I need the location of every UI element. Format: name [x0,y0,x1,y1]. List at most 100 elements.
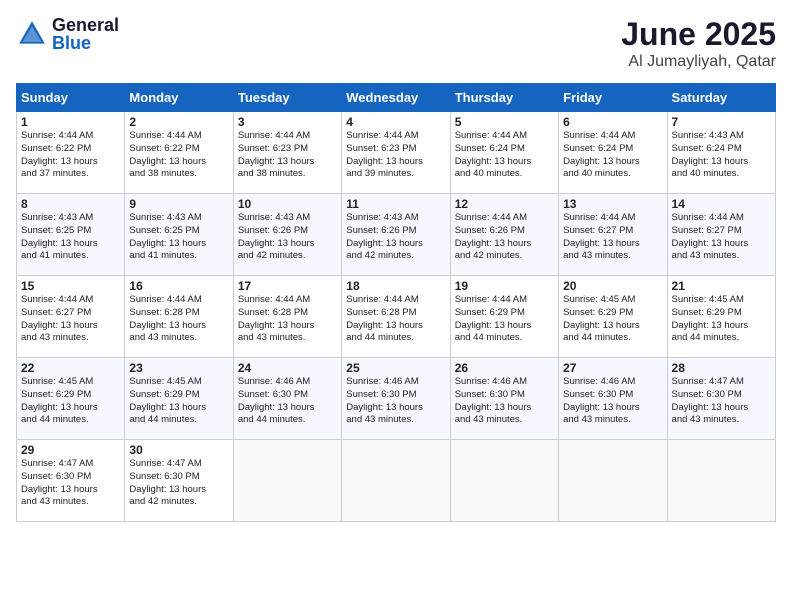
day-number: 3 [238,115,337,129]
table-row: 5Sunrise: 4:44 AMSunset: 6:24 PMDaylight… [450,112,558,194]
table-row: 21Sunrise: 4:45 AMSunset: 6:29 PMDayligh… [667,276,775,358]
day-info: and 43 minutes. [346,414,445,427]
table-row: 20Sunrise: 4:45 AMSunset: 6:29 PMDayligh… [559,276,667,358]
table-row: 14Sunrise: 4:44 AMSunset: 6:27 PMDayligh… [667,194,775,276]
table-row: 22Sunrise: 4:45 AMSunset: 6:29 PMDayligh… [17,358,125,440]
day-info: Sunrise: 4:44 AM [455,212,554,225]
table-row: 28Sunrise: 4:47 AMSunset: 6:30 PMDayligh… [667,358,775,440]
day-info: Sunrise: 4:46 AM [563,376,662,389]
logo-general: General [52,16,119,34]
day-info: Daylight: 13 hours [238,320,337,333]
table-row: 6Sunrise: 4:44 AMSunset: 6:24 PMDaylight… [559,112,667,194]
day-info: Sunrise: 4:44 AM [129,130,228,143]
day-number: 18 [346,279,445,293]
week-row-4: 22Sunrise: 4:45 AMSunset: 6:29 PMDayligh… [17,358,776,440]
day-info: Sunset: 6:25 PM [129,225,228,238]
day-number: 4 [346,115,445,129]
table-row: 27Sunrise: 4:46 AMSunset: 6:30 PMDayligh… [559,358,667,440]
table-row: 16Sunrise: 4:44 AMSunset: 6:28 PMDayligh… [125,276,233,358]
day-info: Sunrise: 4:46 AM [346,376,445,389]
day-info: Sunset: 6:29 PM [455,307,554,320]
day-info: Daylight: 13 hours [346,156,445,169]
header-row: Sunday Monday Tuesday Wednesday Thursday… [17,84,776,112]
day-info: and 43 minutes. [129,332,228,345]
day-info: Daylight: 13 hours [455,238,554,251]
day-info: Sunrise: 4:44 AM [346,130,445,143]
day-number: 6 [563,115,662,129]
day-info: Sunset: 6:27 PM [563,225,662,238]
day-info: Sunset: 6:24 PM [672,143,771,156]
day-info: and 43 minutes. [455,414,554,427]
day-info: and 42 minutes. [129,496,228,509]
day-info: Sunset: 6:22 PM [21,143,120,156]
day-info: and 44 minutes. [238,414,337,427]
day-info: Sunset: 6:28 PM [129,307,228,320]
day-info: Sunset: 6:28 PM [346,307,445,320]
day-info: and 43 minutes. [238,332,337,345]
day-info: Daylight: 13 hours [672,402,771,415]
col-tuesday: Tuesday [233,84,341,112]
day-info: Sunset: 6:27 PM [21,307,120,320]
day-info: Daylight: 13 hours [129,320,228,333]
day-info: and 43 minutes. [21,332,120,345]
table-row: 23Sunrise: 4:45 AMSunset: 6:29 PMDayligh… [125,358,233,440]
table-row: 30Sunrise: 4:47 AMSunset: 6:30 PMDayligh… [125,440,233,522]
week-row-3: 15Sunrise: 4:44 AMSunset: 6:27 PMDayligh… [17,276,776,358]
day-info: Sunrise: 4:43 AM [129,212,228,225]
day-info: Sunrise: 4:44 AM [346,294,445,307]
day-info: Sunset: 6:26 PM [455,225,554,238]
day-info: and 42 minutes. [238,250,337,263]
col-sunday: Sunday [17,84,125,112]
day-number: 12 [455,197,554,211]
table-row [233,440,341,522]
table-row: 26Sunrise: 4:46 AMSunset: 6:30 PMDayligh… [450,358,558,440]
day-info: Sunrise: 4:44 AM [21,130,120,143]
day-number: 1 [21,115,120,129]
page: General Blue June 2025 Al Jumayliyah, Qa… [0,0,792,612]
day-number: 16 [129,279,228,293]
day-info: and 38 minutes. [129,168,228,181]
logo-text: General Blue [52,16,119,52]
week-row-2: 8Sunrise: 4:43 AMSunset: 6:25 PMDaylight… [17,194,776,276]
day-info: Sunset: 6:30 PM [672,389,771,402]
day-info: and 44 minutes. [21,414,120,427]
table-row: 8Sunrise: 4:43 AMSunset: 6:25 PMDaylight… [17,194,125,276]
day-info: Sunrise: 4:44 AM [455,294,554,307]
day-info: Daylight: 13 hours [129,238,228,251]
day-number: 8 [21,197,120,211]
day-info: Sunset: 6:23 PM [238,143,337,156]
day-info: Daylight: 13 hours [455,402,554,415]
day-info: Daylight: 13 hours [21,156,120,169]
day-info: Sunrise: 4:43 AM [238,212,337,225]
day-info: and 43 minutes. [563,250,662,263]
day-info: and 42 minutes. [455,250,554,263]
day-info: Sunset: 6:30 PM [346,389,445,402]
day-info: Sunrise: 4:47 AM [672,376,771,389]
day-info: and 43 minutes. [672,250,771,263]
week-row-1: 1Sunrise: 4:44 AMSunset: 6:22 PMDaylight… [17,112,776,194]
day-info: Daylight: 13 hours [563,320,662,333]
col-thursday: Thursday [450,84,558,112]
day-number: 10 [238,197,337,211]
day-info: and 43 minutes. [21,496,120,509]
day-info: Sunrise: 4:43 AM [672,130,771,143]
calendar: Sunday Monday Tuesday Wednesday Thursday… [16,83,776,522]
day-info: Daylight: 13 hours [21,238,120,251]
table-row: 2Sunrise: 4:44 AMSunset: 6:22 PMDaylight… [125,112,233,194]
day-info: Sunrise: 4:45 AM [563,294,662,307]
col-saturday: Saturday [667,84,775,112]
day-info: and 37 minutes. [21,168,120,181]
day-info: Sunset: 6:30 PM [563,389,662,402]
day-info: and 44 minutes. [455,332,554,345]
day-info: Sunrise: 4:45 AM [129,376,228,389]
day-info: Sunset: 6:25 PM [21,225,120,238]
day-info: Daylight: 13 hours [129,402,228,415]
table-row [667,440,775,522]
table-row [450,440,558,522]
day-info: and 40 minutes. [672,168,771,181]
logo: General Blue [16,16,119,52]
table-row: 7Sunrise: 4:43 AMSunset: 6:24 PMDaylight… [667,112,775,194]
day-info: and 41 minutes. [129,250,228,263]
day-info: Sunrise: 4:43 AM [346,212,445,225]
table-row [559,440,667,522]
